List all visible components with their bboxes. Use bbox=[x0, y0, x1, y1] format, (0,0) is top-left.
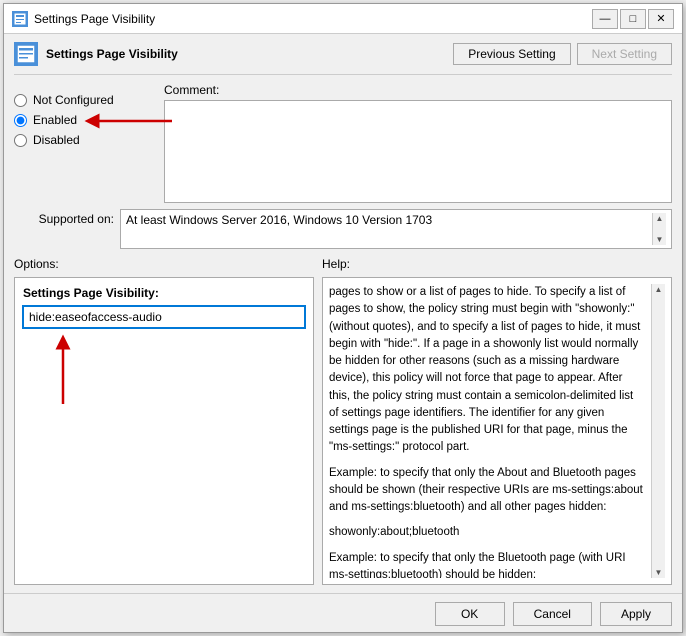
enabled-radio-item[interactable]: Enabled bbox=[14, 113, 154, 127]
not-configured-radio[interactable] bbox=[14, 94, 27, 107]
enabled-arrow bbox=[84, 109, 174, 133]
ok-button[interactable]: OK bbox=[435, 602, 505, 626]
help-scrollbar: ▲ ▼ bbox=[651, 284, 665, 578]
not-configured-radio-item[interactable]: Not Configured bbox=[14, 93, 154, 107]
header-title-area: Settings Page Visibility bbox=[14, 42, 178, 66]
disabled-radio[interactable] bbox=[14, 134, 27, 147]
visibility-input[interactable] bbox=[23, 306, 305, 328]
help-content: pages to show or a list of pages to hide… bbox=[329, 284, 651, 578]
supported-scrollbar: ▲ ▼ bbox=[652, 213, 666, 245]
supported-on-box: At least Windows Server 2016, Windows 10… bbox=[120, 209, 672, 249]
help-panel: pages to show or a list of pages to hide… bbox=[322, 277, 672, 585]
input-arrow bbox=[53, 334, 113, 409]
supported-on-label: Supported on: bbox=[14, 209, 114, 226]
comment-textarea[interactable] bbox=[164, 100, 672, 203]
help-section-label: Help: bbox=[322, 257, 350, 271]
comment-section: Comment: bbox=[164, 83, 672, 203]
help-para-1: pages to show or a list of pages to hide… bbox=[329, 284, 645, 457]
header-row: Settings Page Visibility Previous Settin… bbox=[14, 42, 672, 75]
title-bar: Settings Page Visibility — □ ✕ bbox=[4, 4, 682, 34]
disabled-radio-item[interactable]: Disabled bbox=[14, 133, 154, 147]
comment-label: Comment: bbox=[164, 83, 672, 97]
enabled-label: Enabled bbox=[33, 113, 77, 127]
cancel-button[interactable]: Cancel bbox=[513, 602, 592, 626]
apply-button[interactable]: Apply bbox=[600, 602, 672, 626]
previous-setting-button[interactable]: Previous Setting bbox=[453, 43, 570, 65]
radio-section: Not Configured Enabled bbox=[14, 83, 154, 203]
scroll-down-arrow[interactable]: ▼ bbox=[656, 235, 664, 244]
help-example-1: showonly:about;bluetooth bbox=[329, 524, 645, 541]
window-controls: — □ ✕ bbox=[592, 9, 674, 29]
input-arrow-area bbox=[23, 334, 305, 414]
supported-on-row: Supported on: At least Windows Server 20… bbox=[14, 209, 672, 249]
disabled-label: Disabled bbox=[33, 133, 80, 147]
close-button[interactable]: ✕ bbox=[648, 9, 674, 29]
scroll-up-arrow[interactable]: ▲ bbox=[656, 214, 664, 223]
help-scroll-up[interactable]: ▲ bbox=[655, 285, 663, 294]
content-area: Settings Page Visibility Previous Settin… bbox=[4, 34, 682, 593]
help-para-3: Example: to specify that only the Blueto… bbox=[329, 550, 645, 579]
header-icon bbox=[14, 42, 38, 66]
help-panel-scroll-area: pages to show or a list of pages to hide… bbox=[329, 284, 665, 578]
window-title: Settings Page Visibility bbox=[34, 12, 592, 26]
visibility-input-container bbox=[23, 306, 305, 328]
minimize-button[interactable]: — bbox=[592, 9, 618, 29]
options-help-labels: Options: Help: bbox=[14, 257, 672, 271]
options-section-label: Options: bbox=[14, 257, 59, 271]
supported-on-value: At least Windows Server 2016, Windows 10… bbox=[126, 213, 652, 227]
main-window: Settings Page Visibility — □ ✕ Settings … bbox=[3, 3, 683, 633]
next-setting-button[interactable]: Next Setting bbox=[577, 43, 672, 65]
window-icon bbox=[12, 11, 28, 27]
radio-comment-row: Not Configured Enabled bbox=[14, 83, 672, 203]
options-panel: Settings Page Visibility: bbox=[14, 277, 314, 585]
header-nav-buttons: Previous Setting Next Setting bbox=[453, 43, 672, 65]
not-configured-label: Not Configured bbox=[33, 93, 114, 107]
maximize-button[interactable]: □ bbox=[620, 9, 646, 29]
footer: OK Cancel Apply bbox=[4, 593, 682, 632]
main-panels: Settings Page Visibility: bbox=[14, 277, 672, 585]
header-policy-title: Settings Page Visibility bbox=[46, 47, 178, 61]
options-panel-title: Settings Page Visibility: bbox=[23, 286, 305, 300]
help-scroll-down[interactable]: ▼ bbox=[655, 568, 663, 577]
enabled-radio[interactable] bbox=[14, 114, 27, 127]
help-para-2: Example: to specify that only the About … bbox=[329, 465, 645, 517]
